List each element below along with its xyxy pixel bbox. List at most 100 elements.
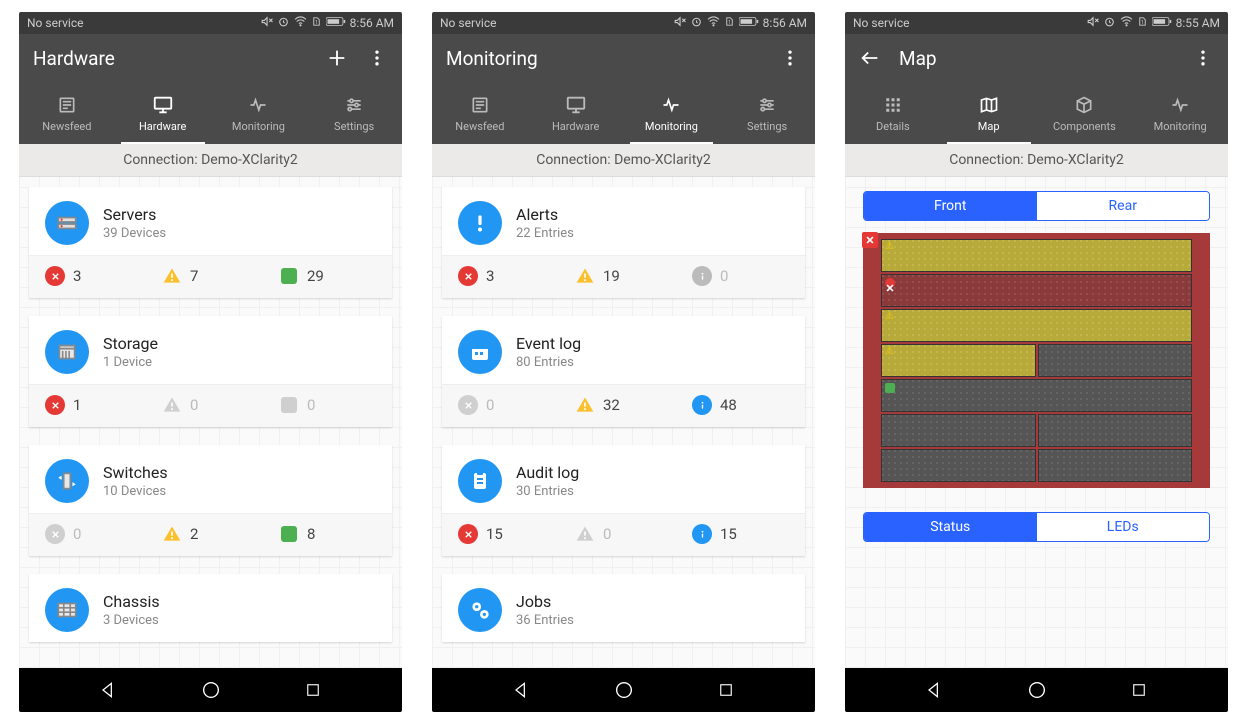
card-jobs[interactable]: Jobs 36 Entries xyxy=(442,574,805,642)
content[interactable]: Alerts 22 Entries 3190 Event log 80 Entr… xyxy=(432,177,815,668)
nav-recent-button[interactable] xyxy=(300,677,326,703)
stat-count: 3 xyxy=(73,267,81,285)
card-stats: 0 32 48 xyxy=(442,384,805,427)
nav-home-button[interactable] xyxy=(1024,677,1050,703)
rack-unit[interactable] xyxy=(1038,344,1193,377)
tab-monitoring[interactable]: Monitoring xyxy=(1132,82,1228,144)
appbar: Map xyxy=(845,34,1228,82)
rack-unit[interactable] xyxy=(881,309,1192,342)
close-icon[interactable] xyxy=(862,232,878,248)
card-switches[interactable]: Switches 10 Devices 028 xyxy=(29,445,392,556)
stat-item[interactable]: 0 xyxy=(565,524,682,544)
stat-item[interactable]: 32 xyxy=(565,395,682,415)
overflow-menu-button[interactable] xyxy=(366,47,388,69)
stat-item[interactable]: 48 xyxy=(682,395,799,415)
nav-back-button[interactable] xyxy=(95,677,121,703)
stat-item[interactable]: 2 xyxy=(152,524,269,544)
stat-item[interactable]: 0 xyxy=(682,266,799,286)
tab-monitoring[interactable]: Monitoring xyxy=(624,82,720,144)
card-chassis[interactable]: Chassis 3 Devices xyxy=(29,574,392,642)
nav-home-button[interactable] xyxy=(198,677,224,703)
battery-icon xyxy=(326,16,346,30)
segment-rear-button[interactable]: Rear xyxy=(1037,192,1210,220)
carrier-label: No service xyxy=(853,16,909,30)
nav-recent-button[interactable] xyxy=(713,677,739,703)
sliders-icon xyxy=(343,94,365,116)
clipboard-icon xyxy=(458,459,502,503)
stat-item[interactable]: 7 xyxy=(152,266,269,286)
stat-item[interactable]: 3 xyxy=(35,266,152,286)
back-button[interactable] xyxy=(859,47,881,69)
newsfeed-icon xyxy=(469,94,491,116)
sliders-icon xyxy=(756,94,778,116)
tabs: Details Map Components Monitoring xyxy=(845,82,1228,144)
nav-recent-button[interactable] xyxy=(1126,677,1152,703)
warning-icon xyxy=(575,395,595,415)
stat-count: 7 xyxy=(190,267,198,285)
tab-components[interactable]: Components xyxy=(1037,82,1133,144)
stat-item[interactable]: 19 xyxy=(565,266,682,286)
card-title: Event log xyxy=(516,334,581,353)
rack-unit[interactable] xyxy=(881,379,1192,412)
rack-row: 56 xyxy=(881,379,1192,412)
tab-settings[interactable]: Settings xyxy=(306,82,402,144)
content[interactable]: Servers 39 Devices 3729 Storage 1 Device… xyxy=(19,177,402,668)
rack-unit[interactable] xyxy=(881,239,1192,272)
segment-front-button[interactable]: Front xyxy=(864,192,1037,220)
segment-leds-button[interactable]: LEDs xyxy=(1037,513,1210,541)
content[interactable]: Front Rear 1314111291078563412 Status LE… xyxy=(845,177,1228,668)
tab-settings[interactable]: Settings xyxy=(719,82,815,144)
tab-details[interactable]: Details xyxy=(845,82,941,144)
stat-item[interactable]: 15 xyxy=(682,524,799,544)
rack-diagram[interactable]: 1314111291078563412 xyxy=(863,233,1210,488)
rack-unit[interactable] xyxy=(881,414,1036,447)
card-alerts[interactable]: Alerts 22 Entries 3190 xyxy=(442,187,805,298)
nav-back-button[interactable] xyxy=(921,677,947,703)
stat-item[interactable]: 0 xyxy=(448,395,565,415)
page-title: Monitoring xyxy=(446,47,761,70)
mute-icon xyxy=(260,15,273,31)
card-audit-log[interactable]: Audit log 30 Entries 15015 xyxy=(442,445,805,556)
stat-item[interactable]: 8 xyxy=(269,524,386,544)
card-storage[interactable]: Storage 1 Device 100 xyxy=(29,316,392,427)
stat-item[interactable]: 0 xyxy=(35,524,152,544)
card-event-log[interactable]: Event log 80 Entries 03248 xyxy=(442,316,805,427)
tab-map[interactable]: Map xyxy=(941,82,1037,144)
warning-icon xyxy=(162,524,182,544)
stat-item[interactable]: 29 xyxy=(269,266,386,286)
statusbar: No service 1 8:55 AM xyxy=(845,12,1228,34)
card-servers[interactable]: Servers 39 Devices 3729 xyxy=(29,187,392,298)
calendar-icon xyxy=(458,330,502,374)
stat-item[interactable]: 3 xyxy=(448,266,565,286)
stat-item[interactable]: 0 xyxy=(269,395,386,415)
rack-unit[interactable] xyxy=(881,449,1036,482)
overflow-menu-button[interactable] xyxy=(779,47,801,69)
rack-unit[interactable] xyxy=(1038,414,1193,447)
tab-monitoring[interactable]: Monitoring xyxy=(211,82,307,144)
rack-unit[interactable] xyxy=(881,344,1036,377)
phone-map: No service 1 8:55 AM Map Details Map Com… xyxy=(845,12,1228,712)
clock-label: 8:56 AM xyxy=(763,16,807,30)
overflow-menu-button[interactable] xyxy=(1192,47,1214,69)
rack-row: 1314 xyxy=(881,239,1192,272)
tab-hardware[interactable]: Hardware xyxy=(528,82,624,144)
chassis-icon xyxy=(45,588,89,632)
nav-back-button[interactable] xyxy=(508,677,534,703)
stat-item[interactable]: 1 xyxy=(35,395,152,415)
tab-newsfeed[interactable]: Newsfeed xyxy=(432,82,528,144)
nav-home-button[interactable] xyxy=(611,677,637,703)
rack-unit[interactable] xyxy=(881,274,1192,307)
stat-item[interactable]: 0 xyxy=(152,395,269,415)
critical-icon xyxy=(458,524,478,544)
tab-newsfeed[interactable]: Newsfeed xyxy=(19,82,115,144)
stat-count: 32 xyxy=(603,396,620,414)
alarm-icon xyxy=(277,15,290,31)
stat-count: 8 xyxy=(307,525,315,543)
segment-status-button[interactable]: Status xyxy=(864,513,1037,541)
pulse-icon xyxy=(247,94,269,116)
rack-unit[interactable] xyxy=(1038,449,1193,482)
tab-hardware[interactable]: Hardware xyxy=(115,82,211,144)
data-icon: 1 xyxy=(311,15,322,31)
add-button[interactable] xyxy=(326,47,348,69)
stat-item[interactable]: 15 xyxy=(448,524,565,544)
